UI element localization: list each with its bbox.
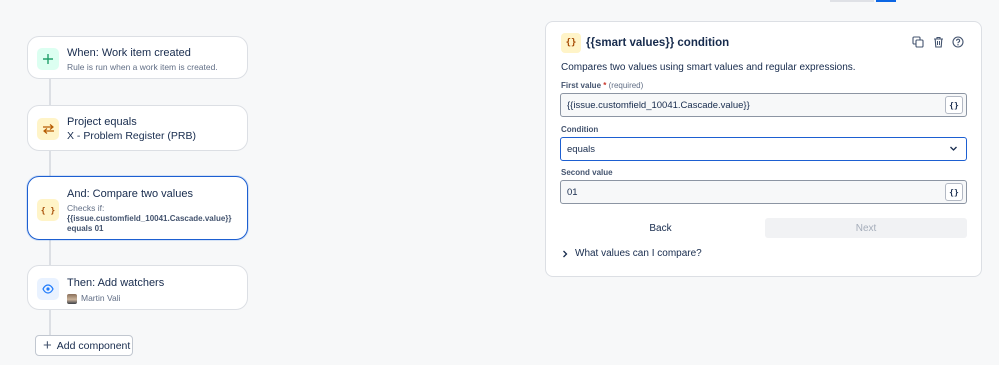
what-values-expander[interactable]: What values can I compare? [561,248,702,259]
first-value-label: First value * (required) [561,81,644,90]
project-condition-title: Project equals [67,116,137,128]
condition-config-panel: {} {{smart values}} condition Compares t… [545,21,982,277]
first-value-input[interactable]: {{issue.customfield_10041.Cascade.value}… [560,93,967,117]
smart-value-button[interactable]: {} [945,96,963,114]
compare-values-card[interactable]: { } And: Compare two values Checks if: {… [27,176,248,240]
plus-icon: + [43,337,52,354]
second-value-input[interactable]: 01 {} [560,180,967,204]
project-condition-card[interactable]: Project equals X - Problem Register (PRB… [27,105,248,151]
back-button[interactable]: Back [560,218,761,238]
top-tab-indicator [830,0,900,2]
chevron-right-icon [563,250,568,257]
compare-values-title: And: Compare two values [67,188,193,200]
eye-icon [37,278,59,300]
compare-checks-expression: {{issue.customfield_10041.Cascade.value}… [67,214,232,223]
panel-title: {{smart values}} condition [586,37,730,49]
second-value-label: Second value [561,168,613,177]
compare-checks-label: Checks if: [67,203,105,213]
project-condition-value: X - Problem Register (PRB) [67,130,196,142]
braces-icon: {} [561,33,581,53]
condition-select-value: equals [567,143,595,155]
first-value-text: {{issue.customfield_10041.Cascade.value}… [567,99,750,111]
second-value-text: 01 [567,186,578,198]
chevron-down-icon [950,146,957,151]
panel-toolbar [912,36,964,48]
help-icon[interactable] [952,36,964,48]
next-button[interactable]: Next [765,218,967,238]
plus-icon [37,48,59,70]
add-component-label: Add component [56,339,131,352]
what-values-label: What values can I compare? [575,248,702,259]
watcher-name: Martin Vali [81,293,121,303]
condition-label: Condition [561,125,599,134]
trigger-card[interactable]: When: Work item created Rule is run when… [27,36,248,79]
duplicate-icon[interactable] [912,36,924,48]
swap-arrows-icon [37,118,59,140]
smart-value-button[interactable]: {} [945,183,963,201]
trigger-subtitle: Rule is run when a work item is created. [67,62,218,72]
add-component-button[interactable]: + Add component [35,335,133,356]
condition-select[interactable]: equals [560,137,967,161]
panel-description: Compares two values using smart values a… [561,62,856,73]
compare-checks-condition: equals 01 [67,224,104,233]
avatar [67,293,77,304]
trash-icon[interactable] [932,36,944,48]
trigger-title: When: Work item created [67,47,191,59]
braces-icon: { } [37,199,59,221]
add-watchers-card[interactable]: Then: Add watchers Martin Vali [27,265,248,310]
add-watchers-title: Then: Add watchers [67,277,165,289]
